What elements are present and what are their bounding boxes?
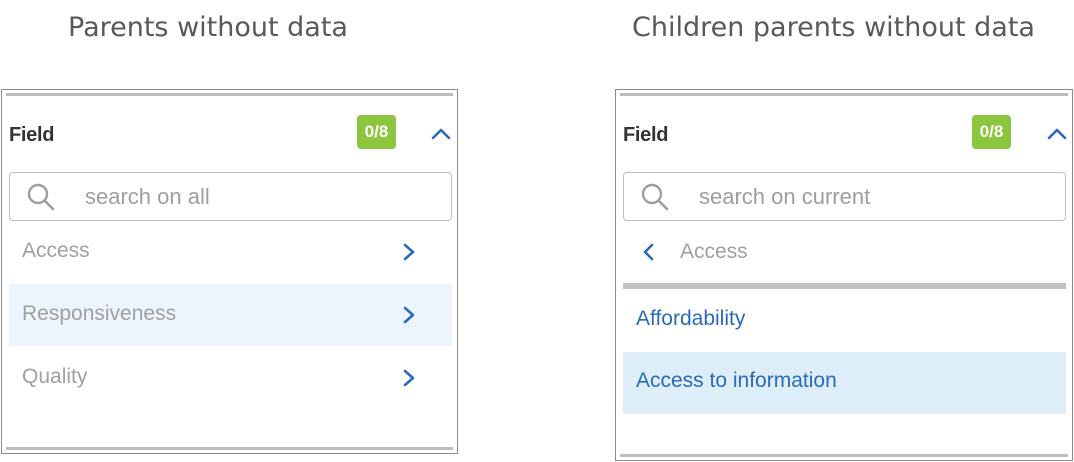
list-item-access[interactable]: Access	[9, 221, 452, 283]
list-item-label: Access	[22, 239, 90, 262]
list-item-label: Responsiveness	[22, 302, 177, 325]
collapse-button[interactable]	[1045, 124, 1069, 144]
list-item-label: Quality	[22, 365, 88, 388]
caption-parents-without-data: Parents without data	[68, 12, 348, 43]
filter-panel-parents: Field 0/8 Access Responsiveness Quality	[1, 89, 458, 454]
chevron-right-icon	[403, 306, 415, 324]
caption-children-parents-without-data: Children parents without data	[632, 12, 1035, 43]
search-icon	[27, 183, 55, 211]
parent-label: Access	[680, 240, 748, 263]
search-field[interactable]	[9, 172, 452, 221]
search-field[interactable]	[623, 172, 1066, 221]
child-item-affordability[interactable]: Affordability	[623, 290, 1066, 352]
field-title: Field	[9, 124, 55, 146]
child-item-label: Access to information	[636, 369, 837, 392]
chevron-right-icon	[403, 369, 415, 387]
list-item-quality[interactable]: Quality	[9, 347, 452, 409]
child-item-access-to-information[interactable]: Access to information	[623, 352, 1066, 414]
chevron-up-icon	[431, 128, 451, 140]
search-input[interactable]	[699, 181, 1039, 213]
collapse-button[interactable]	[429, 124, 453, 144]
panel-bottom-border	[620, 454, 1068, 457]
field-title: Field	[623, 124, 669, 146]
count-badge: 0/8	[972, 115, 1011, 149]
panel-bottom-border	[6, 447, 453, 450]
back-to-parent-button[interactable]: Access	[623, 232, 1066, 274]
count-badge: 0/8	[357, 115, 396, 149]
list-item-responsiveness[interactable]: Responsiveness	[9, 284, 452, 346]
search-input[interactable]	[85, 181, 425, 213]
chevron-left-icon	[643, 243, 654, 261]
filter-panel-children: Field 0/8 Access Affordability Access to…	[615, 89, 1073, 461]
chevron-up-icon	[1047, 128, 1067, 140]
panel-top-border	[620, 93, 1068, 96]
panel-top-border	[6, 93, 453, 96]
child-item-label: Affordability	[636, 307, 746, 330]
chevron-right-icon	[403, 243, 415, 261]
divider	[623, 283, 1066, 289]
search-icon	[641, 183, 669, 211]
